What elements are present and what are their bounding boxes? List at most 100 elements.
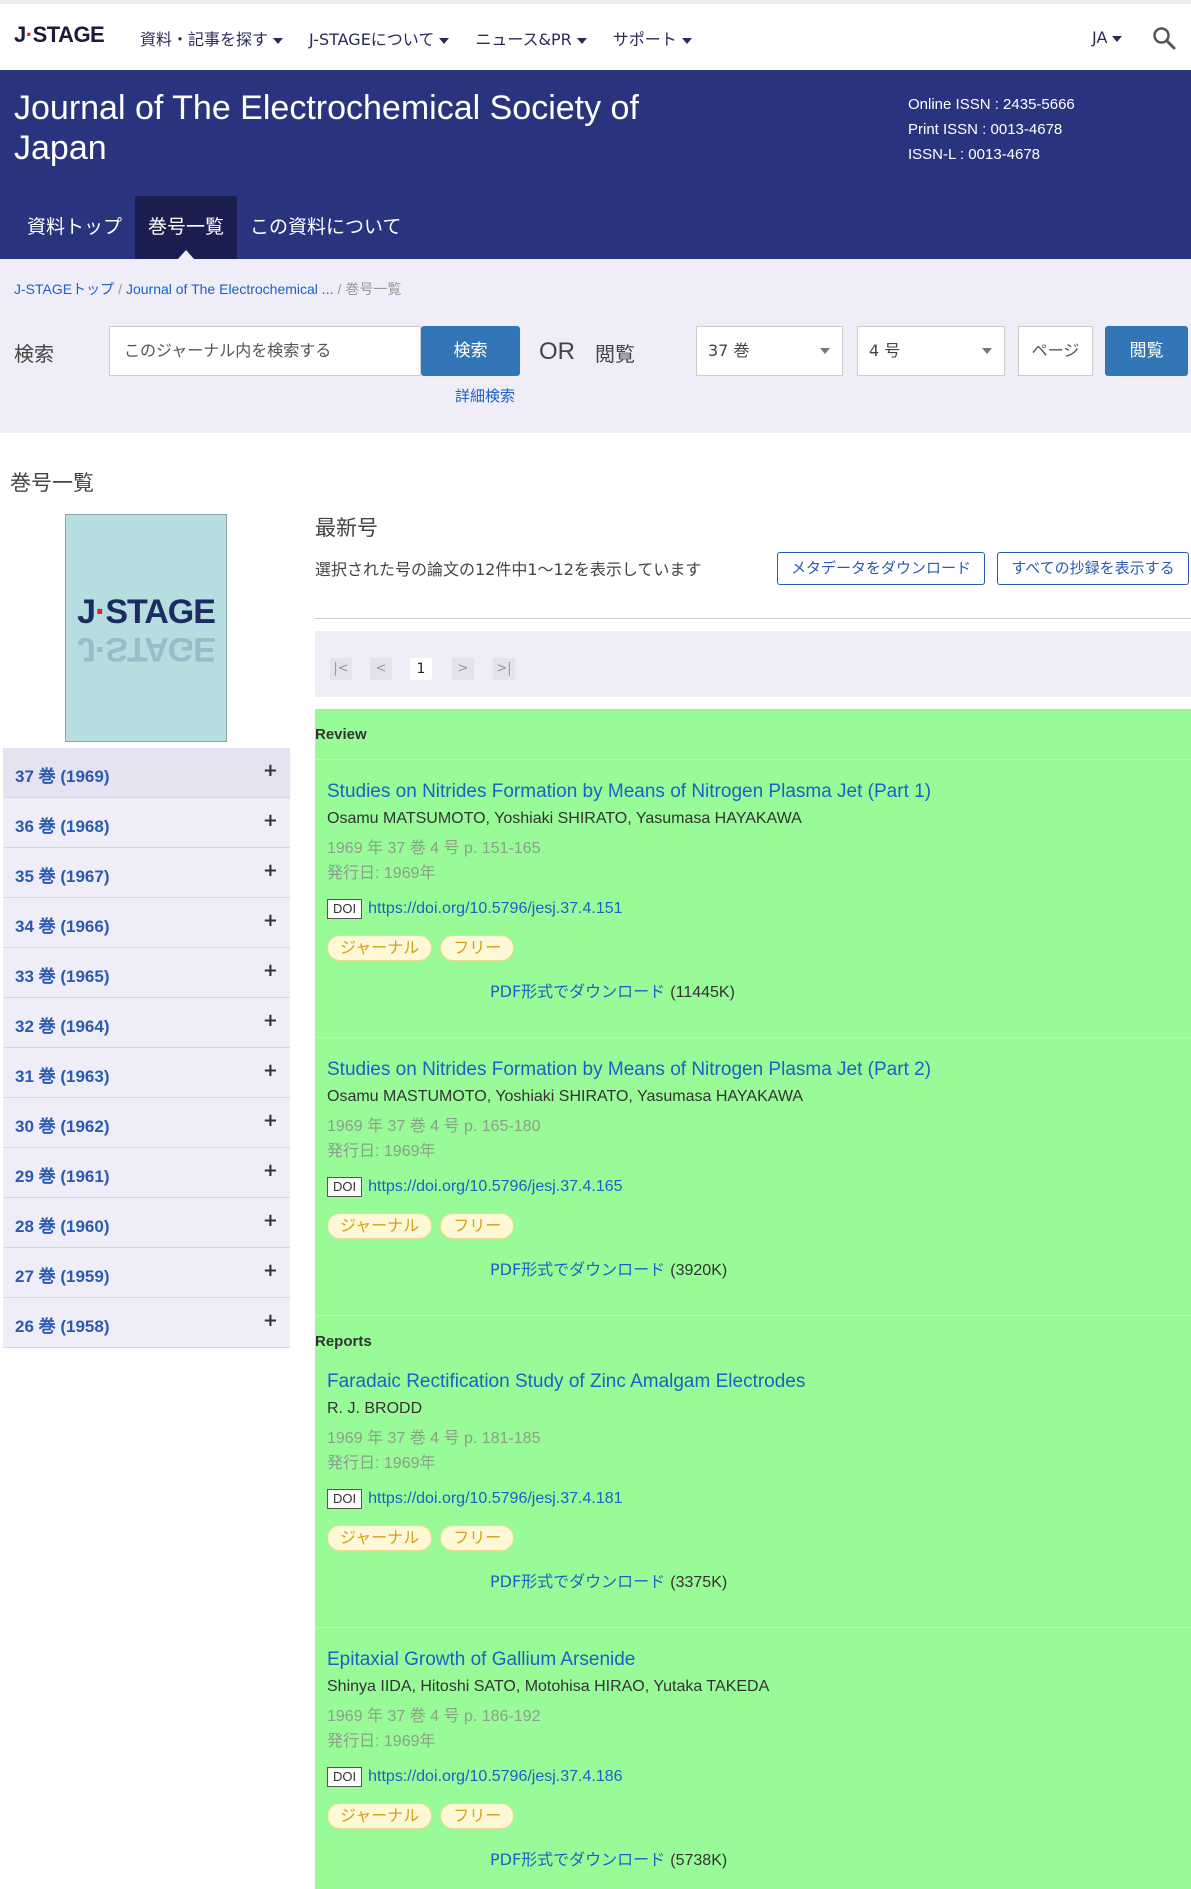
volume-list: 37 巻 (1969) + 36 巻 (1968) + 35 巻 (1967) + 3…	[3, 748, 290, 1348]
menu-find-materials[interactable]: 資料・記事を探す	[140, 26, 284, 50]
issue-list-title: 巻号一覧	[10, 471, 94, 495]
advanced-search-link[interactable]: 詳細検索	[455, 385, 515, 406]
download-metadata-button[interactable]: メタデータをダウンロード	[777, 552, 985, 585]
article-title[interactable]: Epitaxial Growth of Gallium Arsenide	[327, 1648, 1177, 1672]
tab-about-journal[interactable]: この資料について	[237, 196, 414, 259]
expand-icon[interactable]: +	[263, 760, 278, 781]
next-page-button[interactable]: >	[452, 658, 474, 680]
issue-select[interactable]: 4 号	[857, 326, 1005, 376]
article-doi: DOI https://doi.org/10.5796/jesj.37.4.165	[327, 1176, 1177, 1198]
article-item: Studies on Nitrides Formation by Means o…	[327, 1058, 1177, 1280]
pdf-download: PDF形式でダウンロード (11445K)	[327, 978, 1177, 1002]
dropdown-arrow-icon	[982, 348, 992, 354]
volume-item[interactable]: 33 巻 (1965) +	[3, 948, 290, 998]
expand-icon[interactable]: +	[263, 960, 278, 981]
tag-free: フリー	[440, 1525, 515, 1551]
journal-tabs: 資料トップ 巻号一覧 この資料について	[14, 196, 414, 259]
journal-title[interactable]: Journal of The Electrochemical Society o…	[14, 88, 694, 168]
chevron-down-icon	[273, 37, 284, 44]
breadcrumb: J-STAGEトップ / Journal of The Electrochemica…	[14, 281, 402, 297]
tab-journal-top[interactable]: 資料トップ	[14, 196, 135, 259]
pdf-download: PDF形式でダウンロード (5738K)	[327, 1846, 1177, 1870]
volume-item[interactable]: 26 巻 (1958) +	[3, 1298, 290, 1348]
page-1-button[interactable]: 1	[410, 658, 432, 680]
volume-select[interactable]: 37 巻	[696, 326, 843, 376]
pdf-download-link[interactable]: PDF形式でダウンロード	[490, 982, 665, 1001]
volume-item[interactable]: 34 巻 (1966) +	[3, 898, 290, 948]
tab-issue-list[interactable]: 巻号一覧	[135, 196, 238, 259]
pdf-download-link[interactable]: PDF形式でダウンロード	[490, 1260, 665, 1279]
article-list: Review Studies on Nitrides Formation by …	[315, 709, 1191, 1889]
divider	[315, 1315, 1191, 1316]
divider	[315, 1627, 1191, 1628]
expand-icon[interactable]: +	[263, 1210, 278, 1231]
volume-item[interactable]: 32 巻 (1964) +	[3, 998, 290, 1048]
breadcrumb-home[interactable]: J-STAGEトップ	[14, 281, 114, 297]
breadcrumb-journal[interactable]: Journal of The Electrochemical ...	[126, 281, 334, 297]
volume-item[interactable]: 31 巻 (1963) +	[3, 1048, 290, 1098]
article-citation: 1969 年 37 巻 4 号 p. 181-185	[327, 1430, 541, 1447]
doi-link[interactable]: https://doi.org/10.5796/jesj.37.4.181	[368, 1490, 622, 1507]
article-title[interactable]: Studies on Nitrides Formation by Means o…	[327, 780, 1177, 804]
article-citation: 1969 年 37 巻 4 号 p. 151-165	[327, 840, 541, 857]
category-heading: Review	[315, 726, 367, 743]
doi-link[interactable]: https://doi.org/10.5796/jesj.37.4.151	[368, 900, 622, 917]
article-tags: ジャーナル フリー	[327, 1213, 1177, 1239]
article-published: 発行日: 1969年	[327, 865, 436, 882]
volume-item[interactable]: 28 巻 (1960) +	[3, 1198, 290, 1248]
menu-support[interactable]: サポート	[613, 26, 692, 50]
article-doi: DOI https://doi.org/10.5796/jesj.37.4.181	[327, 1488, 1177, 1510]
doi-link[interactable]: https://doi.org/10.5796/jesj.37.4.165	[368, 1178, 622, 1195]
volume-item[interactable]: 27 巻 (1959) +	[3, 1248, 290, 1298]
jstage-logo[interactable]: J·STAGE	[14, 22, 105, 48]
chevron-down-icon	[439, 37, 450, 44]
menu-about-jstage[interactable]: J-STAGEについて	[309, 26, 450, 50]
volume-item[interactable]: 29 巻 (1961) +	[3, 1148, 290, 1198]
volume-item[interactable]: 37 巻 (1969) +	[3, 748, 290, 798]
search-button[interactable]: 検索	[421, 326, 520, 376]
divider	[315, 1037, 1191, 1038]
tag-journal: ジャーナル	[327, 1213, 433, 1239]
cover-logo-reflection: J·STAGE	[77, 630, 215, 668]
volume-item[interactable]: 35 巻 (1967) +	[3, 848, 290, 898]
page-input[interactable]: ページ	[1018, 326, 1093, 376]
browse-button[interactable]: 閲覧	[1105, 326, 1188, 376]
pdf-size: (11445K)	[670, 984, 735, 1001]
article-tags: ジャーナル フリー	[327, 935, 1177, 961]
expand-icon[interactable]: +	[263, 1160, 278, 1181]
divider	[315, 618, 1191, 619]
expand-icon[interactable]: +	[263, 1110, 278, 1131]
first-page-button[interactable]: |<	[330, 658, 352, 680]
show-all-abstracts-button[interactable]: すべての抄録を表示する	[997, 552, 1189, 585]
search-icon[interactable]	[1152, 26, 1176, 50]
article-authors: Osamu MATSUMOTO, Yoshiaki SHIRATO, Yasum…	[327, 810, 802, 827]
search-input[interactable]: このジャーナル内を検索する	[109, 326, 421, 376]
breadcrumb-current: 巻号一覧	[345, 281, 402, 297]
journal-header: Journal of The Electrochemical Society o…	[0, 70, 1191, 259]
pdf-download-link[interactable]: PDF形式でダウンロード	[490, 1572, 665, 1591]
article-title[interactable]: Faradaic Rectification Study of Zinc Ama…	[327, 1370, 1177, 1394]
expand-icon[interactable]: +	[263, 860, 278, 881]
pdf-download-link[interactable]: PDF形式でダウンロード	[490, 1850, 665, 1869]
article-title[interactable]: Studies on Nitrides Formation by Means o…	[327, 1058, 1177, 1082]
volume-item[interactable]: 36 巻 (1968) +	[3, 798, 290, 848]
expand-icon[interactable]: +	[263, 1010, 278, 1031]
article-tags: ジャーナル フリー	[327, 1803, 1177, 1829]
pdf-size: (3920K)	[670, 1262, 728, 1279]
language-selector[interactable]: JA	[1092, 28, 1123, 47]
doi-link[interactable]: https://doi.org/10.5796/jesj.37.4.186	[368, 1768, 622, 1785]
menu-news-pr[interactable]: ニュース&PR	[475, 26, 587, 50]
last-page-button[interactable]: >|	[493, 658, 515, 680]
article-published: 発行日: 1969年	[327, 1733, 436, 1750]
expand-icon[interactable]: +	[263, 810, 278, 831]
tag-free: フリー	[440, 1213, 515, 1239]
expand-icon[interactable]: +	[263, 910, 278, 931]
expand-icon[interactable]: +	[263, 1260, 278, 1281]
prev-page-button[interactable]: <	[370, 658, 392, 680]
volume-item[interactable]: 30 巻 (1962) +	[3, 1098, 290, 1148]
doi-badge: DOI	[327, 1488, 363, 1509]
pagination: |< < 1 > >|	[315, 631, 1191, 697]
expand-icon[interactable]: +	[263, 1060, 278, 1081]
article-published: 発行日: 1969年	[327, 1455, 436, 1472]
expand-icon[interactable]: +	[263, 1310, 278, 1331]
